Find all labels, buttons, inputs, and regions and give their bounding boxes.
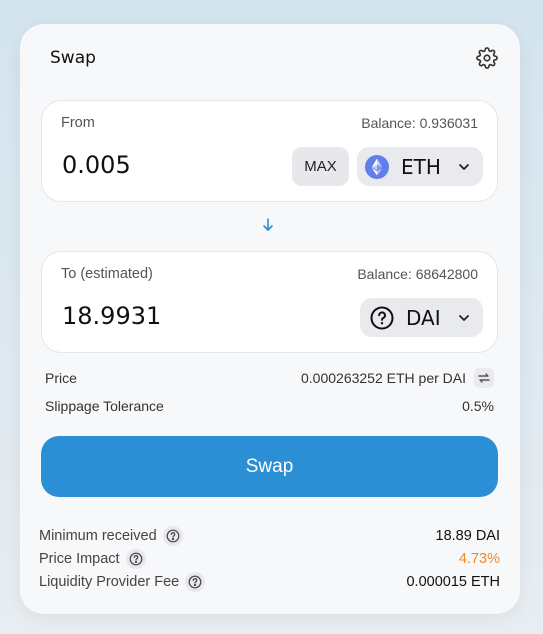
from-balance: Balance: 0.936031 xyxy=(361,115,478,131)
unknown-token-icon xyxy=(370,306,394,329)
to-amount-input[interactable] xyxy=(62,302,262,330)
lp-fee-value: 0.000015 ETH xyxy=(406,574,500,590)
slippage-row: Slippage Tolerance 0.5% xyxy=(45,395,494,417)
max-button[interactable]: MAX xyxy=(292,147,349,186)
invert-price-button[interactable] xyxy=(474,368,494,388)
price-impact-key: Price Impact xyxy=(39,549,146,569)
lp-fee-label: Liquidity Provider Fee xyxy=(39,574,180,590)
swap-card: Swap From Balance: 0.936031 MAX ETH xyxy=(20,24,520,614)
swap-arrows-icon xyxy=(478,373,490,383)
to-panel-header: To (estimated) Balance: 68642800 xyxy=(61,266,478,282)
to-balance: Balance: 68642800 xyxy=(357,266,478,282)
price-value-group: 0.000263252 ETH per DAI xyxy=(301,368,494,388)
lp-fee-row: Liquidity Provider Fee 0.000015 ETH xyxy=(39,571,500,593)
price-impact-row: Price Impact 4.73% xyxy=(39,548,500,570)
from-token-select[interactable]: ETH xyxy=(357,147,483,186)
from-label: From xyxy=(61,115,95,131)
price-impact-value: 4.73% xyxy=(458,551,500,567)
help-icon[interactable] xyxy=(162,526,183,546)
page-title: Swap xyxy=(50,48,96,68)
price-row: Price 0.000263252 ETH per DAI xyxy=(45,367,494,389)
help-icon[interactable] xyxy=(185,572,206,592)
price-value: 0.000263252 ETH per DAI xyxy=(301,370,466,386)
chevron-down-icon xyxy=(459,163,469,170)
lp-fee-key: Liquidity Provider Fee xyxy=(39,572,206,592)
from-panel: From Balance: 0.936031 MAX ETH xyxy=(41,100,498,202)
slippage-label: Slippage Tolerance xyxy=(45,398,164,414)
price-impact-label: Price Impact xyxy=(39,551,120,567)
arrow-down-icon[interactable] xyxy=(261,217,275,233)
price-label: Price xyxy=(45,370,77,386)
from-amount-input[interactable] xyxy=(62,151,262,179)
help-icon[interactable] xyxy=(125,549,146,569)
to-label: To (estimated) xyxy=(61,266,153,282)
minimum-received-label: Minimum received xyxy=(39,528,157,544)
to-token-select[interactable]: DAI xyxy=(360,298,483,337)
to-token-symbol: DAI xyxy=(406,305,441,330)
minimum-received-value: 18.89 DAI xyxy=(435,528,501,544)
slippage-value: 0.5% xyxy=(462,398,494,414)
ethereum-icon xyxy=(365,154,389,179)
swap-button[interactable]: Swap xyxy=(41,436,498,497)
to-panel: To (estimated) Balance: 68642800 DAI xyxy=(41,251,498,353)
from-panel-header: From Balance: 0.936031 xyxy=(61,115,478,131)
minimum-received-key: Minimum received xyxy=(39,526,183,546)
gear-icon[interactable] xyxy=(476,47,498,69)
minimum-received-row: Minimum received 18.89 DAI xyxy=(39,525,500,547)
swap-header: Swap xyxy=(50,46,498,70)
from-token-symbol: ETH xyxy=(401,154,441,179)
chevron-down-icon xyxy=(459,314,469,321)
